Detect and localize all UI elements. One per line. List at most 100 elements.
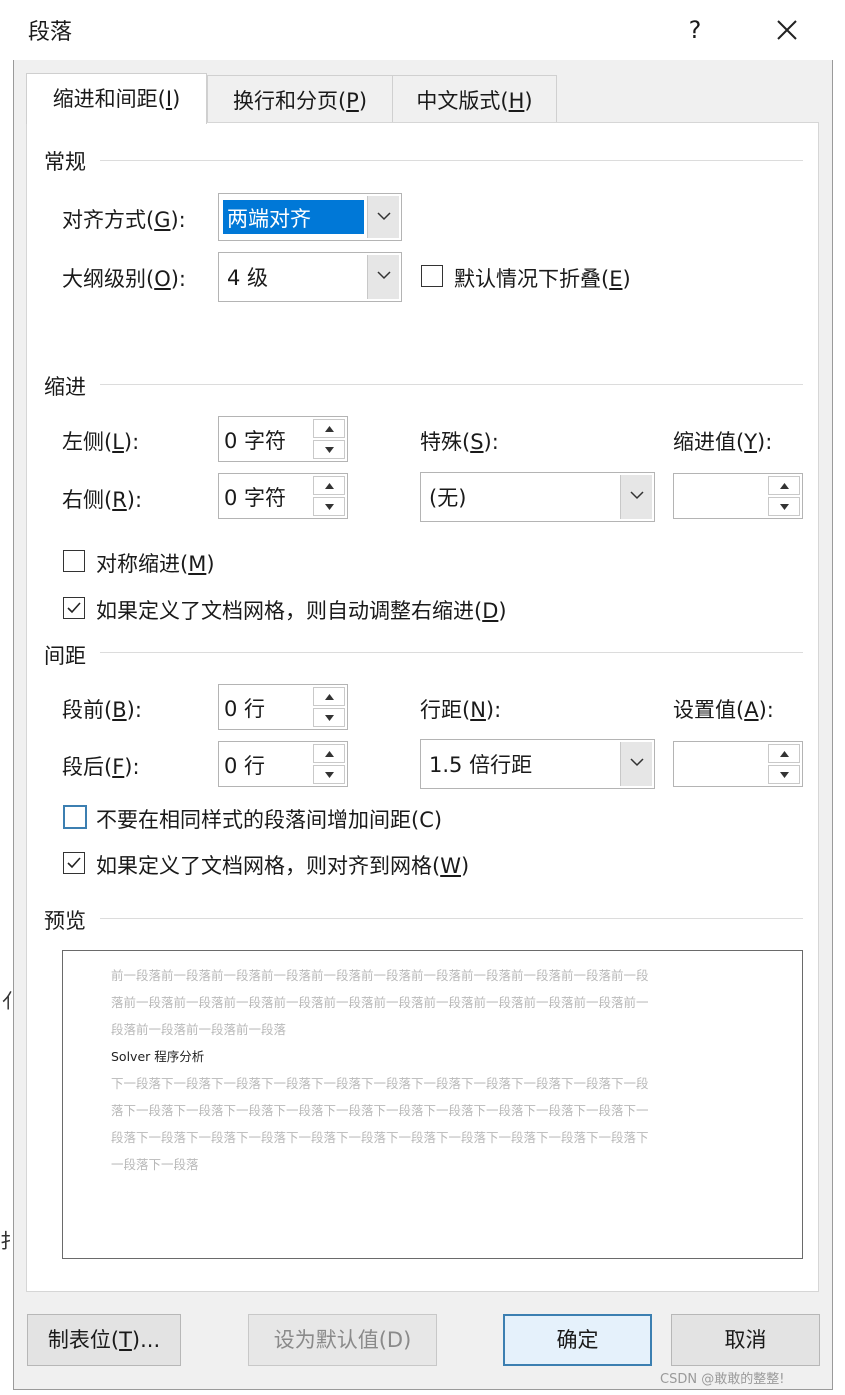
label-text: 段前( <box>62 698 113 722</box>
triangle-up-icon <box>325 751 334 757</box>
snap-to-grid-checkbox[interactable] <box>63 852 85 874</box>
label-text: 左侧( <box>62 430 113 454</box>
triangle-up-icon <box>325 426 334 432</box>
special-indent-dropdown-button[interactable] <box>620 475 652 519</box>
label-accesskey: D <box>482 599 499 623</box>
tab-indents-spacing[interactable]: 缩进和间距(I) <box>26 73 207 124</box>
spin-down-button[interactable] <box>313 497 345 516</box>
no-space-same-style-checkbox[interactable] <box>63 805 87 829</box>
preview-previous-paragraph: 段落前一段落前一段落前一段落 <box>111 1022 287 1037</box>
mirror-indents-checkbox[interactable] <box>63 550 85 572</box>
set-as-default-button[interactable]: 设为默认值(D) <box>248 1314 437 1366</box>
tabs-button[interactable]: 制表位(T)... <box>27 1314 181 1366</box>
label-accesskey: M <box>188 552 207 576</box>
spin-up-button[interactable] <box>313 419 345 438</box>
spin-down-button[interactable] <box>313 765 345 784</box>
line-spacing-at-spinner[interactable] <box>673 741 803 787</box>
alignment-dropdown-button[interactable] <box>367 196 399 238</box>
dialog-title: 段落 <box>28 20 73 45</box>
tab-asian-typography[interactable]: 中文版式(H) <box>392 75 557 123</box>
spin-down-button[interactable] <box>768 765 800 784</box>
chevron-down-icon <box>630 491 644 500</box>
section-indentation: 缩进 <box>44 375 86 399</box>
close-button[interactable] <box>760 10 814 50</box>
line-spacing-at-label: 设置值(A): <box>673 694 774 724</box>
alignment-label: 对齐方式(G): <box>62 204 186 234</box>
auto-adjust-right-indent-checkbox[interactable] <box>63 597 85 619</box>
section-divider <box>100 918 803 919</box>
tab-label-end: ) <box>172 87 181 111</box>
spin-up-button[interactable] <box>313 687 345 706</box>
triangle-up-icon <box>325 483 334 489</box>
button-label-end: )... <box>131 1328 161 1352</box>
cancel-button[interactable]: 取消 <box>671 1314 820 1366</box>
tab-line-page-breaks[interactable]: 换行和分页(P) <box>207 75 393 123</box>
label-text-end: ) <box>460 854 470 878</box>
outline-level-dropdown-button[interactable] <box>367 255 399 299</box>
preview-previous-paragraph: 前一段落前一段落前一段落前一段落前一段落前一段落前一段落前一段落前一段落前一段落… <box>111 968 649 983</box>
spin-up-button[interactable] <box>768 744 800 763</box>
line-spacing-value: 1.5 倍行距 <box>429 753 533 777</box>
label-text: 段后( <box>62 755 113 779</box>
spacing-before-value: 0 行 <box>224 697 266 721</box>
label-accesskey: A <box>744 698 759 722</box>
indent-by-label: 缩进值(Y): <box>673 426 772 456</box>
outline-level-select[interactable]: 4 级 <box>218 252 402 302</box>
label-text: 右侧( <box>62 488 113 512</box>
tab-accesskey: H <box>508 89 525 113</box>
mirror-indents-label: 对称缩进(M) <box>96 548 215 578</box>
alignment-select[interactable]: 两端对齐 <box>218 193 402 241</box>
spacing-before-spinner[interactable]: 0 行 <box>218 684 348 730</box>
checkmark-icon <box>67 602 81 614</box>
spin-down-button[interactable] <box>313 440 345 459</box>
indent-by-spinner[interactable] <box>673 473 803 519</box>
preview-next-paragraph: 落下一段落下一段落下一段落下一段落下一段落下一段落下一段落下一段落下一段落下一段… <box>111 1103 649 1118</box>
collapse-by-default-checkbox[interactable] <box>421 265 443 287</box>
triangle-down-icon <box>325 504 334 510</box>
label-accesskey: R <box>112 488 127 512</box>
label-text-end: ): <box>126 698 142 722</box>
section-general: 常规 <box>44 150 86 174</box>
spin-down-button[interactable] <box>768 497 800 516</box>
indent-left-spinner[interactable]: 0 字符 <box>218 416 348 462</box>
tab-label-end: ) <box>358 89 368 113</box>
label-text-end: ): <box>123 430 140 454</box>
label-text: 缩进值( <box>673 430 745 454</box>
label-accesskey: O <box>154 267 171 291</box>
special-indent-label: 特殊(S): <box>420 426 499 456</box>
label-accesskey: S <box>470 430 484 454</box>
label-text: 特殊( <box>420 430 471 454</box>
label-text: 默认情况下折叠( <box>454 267 610 291</box>
label-accesskey: E <box>609 267 623 291</box>
spin-down-button[interactable] <box>313 708 345 727</box>
label-text-end: ): <box>485 698 502 722</box>
chevron-down-icon <box>377 271 391 280</box>
spin-up-button[interactable] <box>313 744 345 763</box>
section-divider <box>100 384 803 385</box>
close-icon <box>777 20 797 40</box>
special-indent-select[interactable]: (无) <box>420 472 655 522</box>
label-text: 对称缩进( <box>96 552 189 576</box>
help-button[interactable]: ? <box>670 10 720 50</box>
tab-accesskey: P <box>346 89 359 113</box>
line-spacing-select[interactable]: 1.5 倍行距 <box>420 739 655 789</box>
indent-right-spinner[interactable]: 0 字符 <box>218 473 348 519</box>
label-accesskey: L <box>112 430 124 454</box>
triangle-down-icon <box>780 504 789 510</box>
chevron-down-icon <box>377 212 391 221</box>
label-text-end: ) <box>622 267 631 291</box>
label-accesskey: G <box>154 208 171 232</box>
label-accesskey: W <box>440 854 461 878</box>
outline-level-label: 大纲级别(O): <box>62 263 186 293</box>
line-spacing-dropdown-button[interactable] <box>620 742 652 786</box>
auto-adjust-right-indent-label: 如果定义了文档网格，则自动调整右缩进(D) <box>96 595 507 625</box>
triangle-up-icon <box>325 694 334 700</box>
spin-up-button[interactable] <box>768 476 800 495</box>
label-text-end: ): <box>758 698 774 722</box>
outline-level-value: 4 级 <box>227 266 269 290</box>
spacing-after-spinner[interactable]: 0 行 <box>218 741 348 787</box>
spin-up-button[interactable] <box>313 476 345 495</box>
label-text-end: ) <box>498 599 507 623</box>
ok-button[interactable]: 确定 <box>503 1314 652 1366</box>
triangle-up-icon <box>780 751 789 757</box>
